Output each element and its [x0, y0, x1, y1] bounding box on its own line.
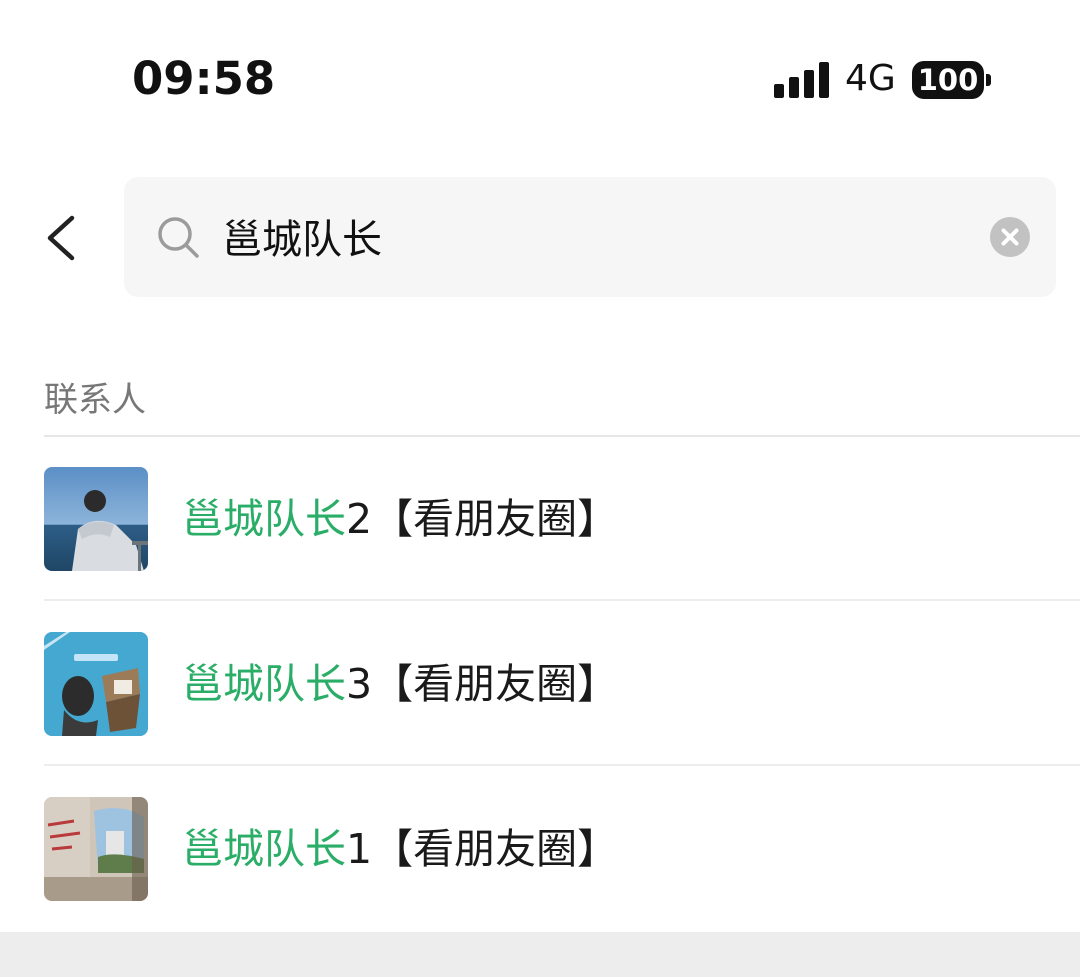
search-input[interactable]	[222, 203, 962, 269]
clear-circle-icon	[1001, 228, 1019, 246]
bottom-band	[0, 932, 1080, 977]
battery-level: 100	[917, 63, 979, 97]
contact-result-row[interactable]: 邕城队长2【看朋友圈】	[0, 437, 1080, 601]
contact-avatar	[44, 632, 148, 736]
contact-avatar	[44, 797, 148, 901]
contact-name-match: 邕城队长	[182, 660, 346, 708]
clear-search-button[interactable]	[990, 217, 1030, 257]
contact-name: 邕城队长1【看朋友圈】	[182, 819, 618, 879]
section-title-contacts: 联系人	[44, 380, 146, 420]
contact-result-row[interactable]: 邕城队长1【看朋友圈】	[0, 767, 1080, 931]
search-results-screen: 09:58 4G 100 邕城队长 联系人 邕城队长2【看朋友圈】 邕城队长3【…	[0, 0, 1080, 977]
divider	[44, 764, 1080, 766]
contact-result-row[interactable]: 邕城队长3【看朋友圈】	[0, 602, 1080, 766]
network-type: 4G	[845, 58, 896, 99]
battery-icon: 100	[912, 61, 992, 99]
contact-name-suffix: 3【看朋友圈】	[346, 660, 619, 708]
contact-name-suffix: 2【看朋友圈】	[346, 495, 619, 543]
contact-name-suffix: 1【看朋友圈】	[346, 825, 619, 873]
contact-name: 邕城队长2【看朋友圈】	[182, 489, 618, 549]
search-icon	[158, 217, 199, 258]
contact-name-match: 邕城队长	[182, 495, 346, 543]
contact-name: 邕城队长3【看朋友圈】	[182, 654, 618, 714]
cellular-signal-icon	[774, 62, 830, 98]
status-time: 09:58	[132, 52, 276, 105]
divider	[44, 599, 1080, 601]
contact-name-match: 邕城队长	[182, 825, 346, 873]
contact-avatar	[44, 467, 148, 571]
chevron-left-icon	[47, 215, 75, 261]
search-bar[interactable]	[124, 177, 1056, 297]
status-bar: 09:58 4G 100	[0, 0, 1080, 150]
back-button[interactable]	[30, 196, 94, 280]
